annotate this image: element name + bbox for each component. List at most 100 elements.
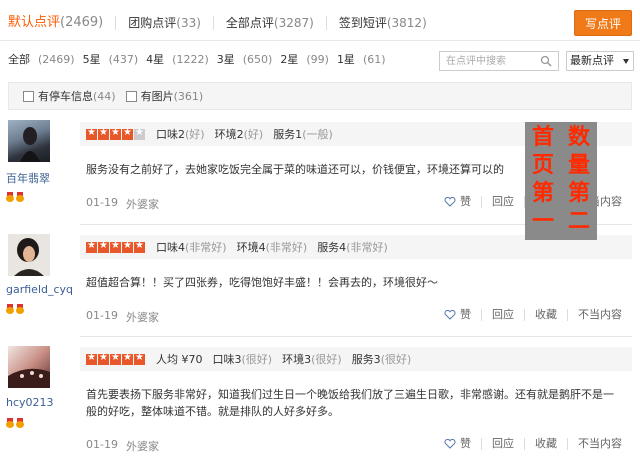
tab-label: 全部点评 (225, 16, 274, 30)
report-button[interactable]: 不当内容 (567, 438, 632, 450)
score-label: 口味4 (156, 241, 185, 254)
like-button[interactable]: 赞 (434, 309, 481, 321)
filter-label: 有图片 (140, 90, 174, 103)
score-quality: (非常好) (185, 241, 227, 254)
star-icon (86, 127, 97, 140)
tab-count: (3287) (273, 16, 314, 30)
overlay-text-first-page: 首页第一 (531, 125, 554, 234)
store-name[interactable]: 外婆家 (126, 438, 159, 454)
medal-icon (6, 304, 14, 314)
score-quality: (很好) (241, 353, 273, 366)
star-filter-2[interactable]: 2星 (99) (280, 51, 329, 67)
star-filter-1[interactable]: 1星 (61) (337, 51, 386, 67)
score-quality: (非常好) (265, 241, 308, 254)
store-name[interactable]: 外婆家 (126, 309, 159, 325)
medal-icon (6, 192, 14, 202)
star-rating (86, 240, 146, 253)
filter-label: 1星 (336, 53, 355, 66)
review-text: 首先要表扬下服务非常好，知道我们过生日一个晚饭给我们放了三遍生日歌，非常感谢。还… (86, 388, 614, 418)
filter-count: (437) (108, 53, 139, 66)
checkbox[interactable] (23, 90, 34, 102)
star-icon (134, 352, 145, 365)
filter-count: (61) (362, 53, 386, 66)
has-photo-filter[interactable]: 有图片 (361) (125, 88, 204, 104)
tab-group-buy-reviews[interactable]: 团购点评(33) (116, 16, 214, 30)
heart-icon (444, 439, 456, 449)
avatar[interactable] (8, 234, 50, 276)
user-level-badges (6, 418, 26, 428)
reply-button[interactable]: 回应 (481, 438, 524, 450)
store-name[interactable]: 外婆家 (126, 196, 159, 212)
sort-select[interactable]: 最新点评 (566, 51, 634, 71)
filter-count: (650) (242, 53, 273, 66)
score-quality: (一般) (302, 128, 333, 141)
taste-score: 口味2(好) (156, 126, 205, 142)
user-photo (20, 127, 40, 162)
parking-info-filter[interactable]: 有停车信息 (44) (23, 88, 116, 104)
filter-count: (361) (173, 89, 204, 103)
filter-label: 4星 (146, 53, 165, 66)
star-filter-3[interactable]: 3星 (650) (217, 51, 273, 67)
overlay-text-count-second: 数量第二 (567, 125, 590, 234)
filter-label: 5星 (82, 53, 101, 66)
score-label: 服务4 (317, 241, 347, 254)
score-label: 环境3 (282, 353, 312, 366)
like-button[interactable]: 赞 (434, 196, 481, 208)
review-search (439, 51, 559, 71)
tab-label: 团购点评 (128, 16, 177, 30)
filter-label: 全部 (8, 53, 30, 66)
reply-button[interactable]: 回应 (481, 309, 524, 321)
annotation-overlay: 首页第一 数量第二 (525, 122, 597, 240)
star-filter-5[interactable]: 5星 (437) (83, 51, 139, 67)
star-icon (122, 352, 133, 365)
medal-icon (16, 304, 24, 314)
user-level-badges (6, 192, 26, 202)
score-label: 口味2 (156, 128, 185, 141)
review-divider (80, 336, 632, 337)
avatar[interactable] (8, 120, 50, 162)
review-tabs: 默认点评(2469) 团购点评(33) 全部点评(3287) 签到短评(3812… (8, 8, 632, 38)
star-icon (98, 240, 109, 253)
review-actions: 赞 回应 收藏 不当内容 (434, 309, 632, 321)
environment-score: 环境3(很好) (282, 351, 342, 367)
average-price: 人均 ¥70 (156, 353, 203, 366)
heart-icon (444, 197, 456, 207)
filter-label: 2星 (280, 53, 299, 66)
tab-all-reviews[interactable]: 全部点评(3287) (214, 16, 327, 30)
medal-icon (16, 192, 24, 202)
review-date: 01-19 (86, 438, 118, 451)
search-input[interactable] (440, 52, 536, 70)
checkbox-filter-bar: 有停车信息 (44) 有图片 (361) (8, 82, 632, 110)
tab-label: 默认点评 (8, 15, 61, 30)
username[interactable]: garfield_cyq (6, 283, 73, 296)
star-icon (98, 127, 109, 140)
star-filter-4[interactable]: 4星 (1222) (146, 51, 209, 67)
score-quality: (非常好) (346, 241, 388, 254)
environment-score: 环境2(好) (215, 126, 264, 142)
search-icon[interactable] (540, 55, 552, 67)
favorite-button[interactable]: 收藏 (524, 309, 567, 321)
username[interactable]: hcy0213 (6, 396, 54, 409)
star-empty-icon (134, 127, 145, 140)
service-score: 服务1(一般) (273, 126, 333, 142)
avatar[interactable] (8, 346, 50, 388)
tab-default-reviews[interactable]: 默认点评(2469) (8, 15, 117, 30)
write-review-button[interactable]: 写点评 (574, 10, 632, 36)
environment-score: 环境4(非常好) (237, 239, 308, 255)
username[interactable]: 百年翡翠 (6, 170, 50, 186)
tab-checkin-reviews[interactable]: 签到短评(3812) (327, 16, 439, 30)
reply-button[interactable]: 回应 (481, 196, 524, 208)
score-label: 服务1 (273, 128, 303, 141)
star-filter-all[interactable]: 全部 (2469) (8, 51, 75, 67)
favorite-button[interactable]: 收藏 (524, 438, 567, 450)
star-icon (86, 352, 97, 365)
report-button[interactable]: 不当内容 (567, 309, 632, 321)
user-photo (14, 238, 44, 276)
tab-count: (3812) (386, 16, 427, 30)
star-icon (110, 127, 121, 140)
star-icon (110, 240, 121, 253)
review-meta: 01-19 外婆家 赞 回应 收藏 不当内容 (86, 309, 632, 325)
score-label: 口味3 (212, 353, 242, 366)
like-button[interactable]: 赞 (434, 438, 481, 450)
checkbox[interactable] (125, 90, 137, 102)
